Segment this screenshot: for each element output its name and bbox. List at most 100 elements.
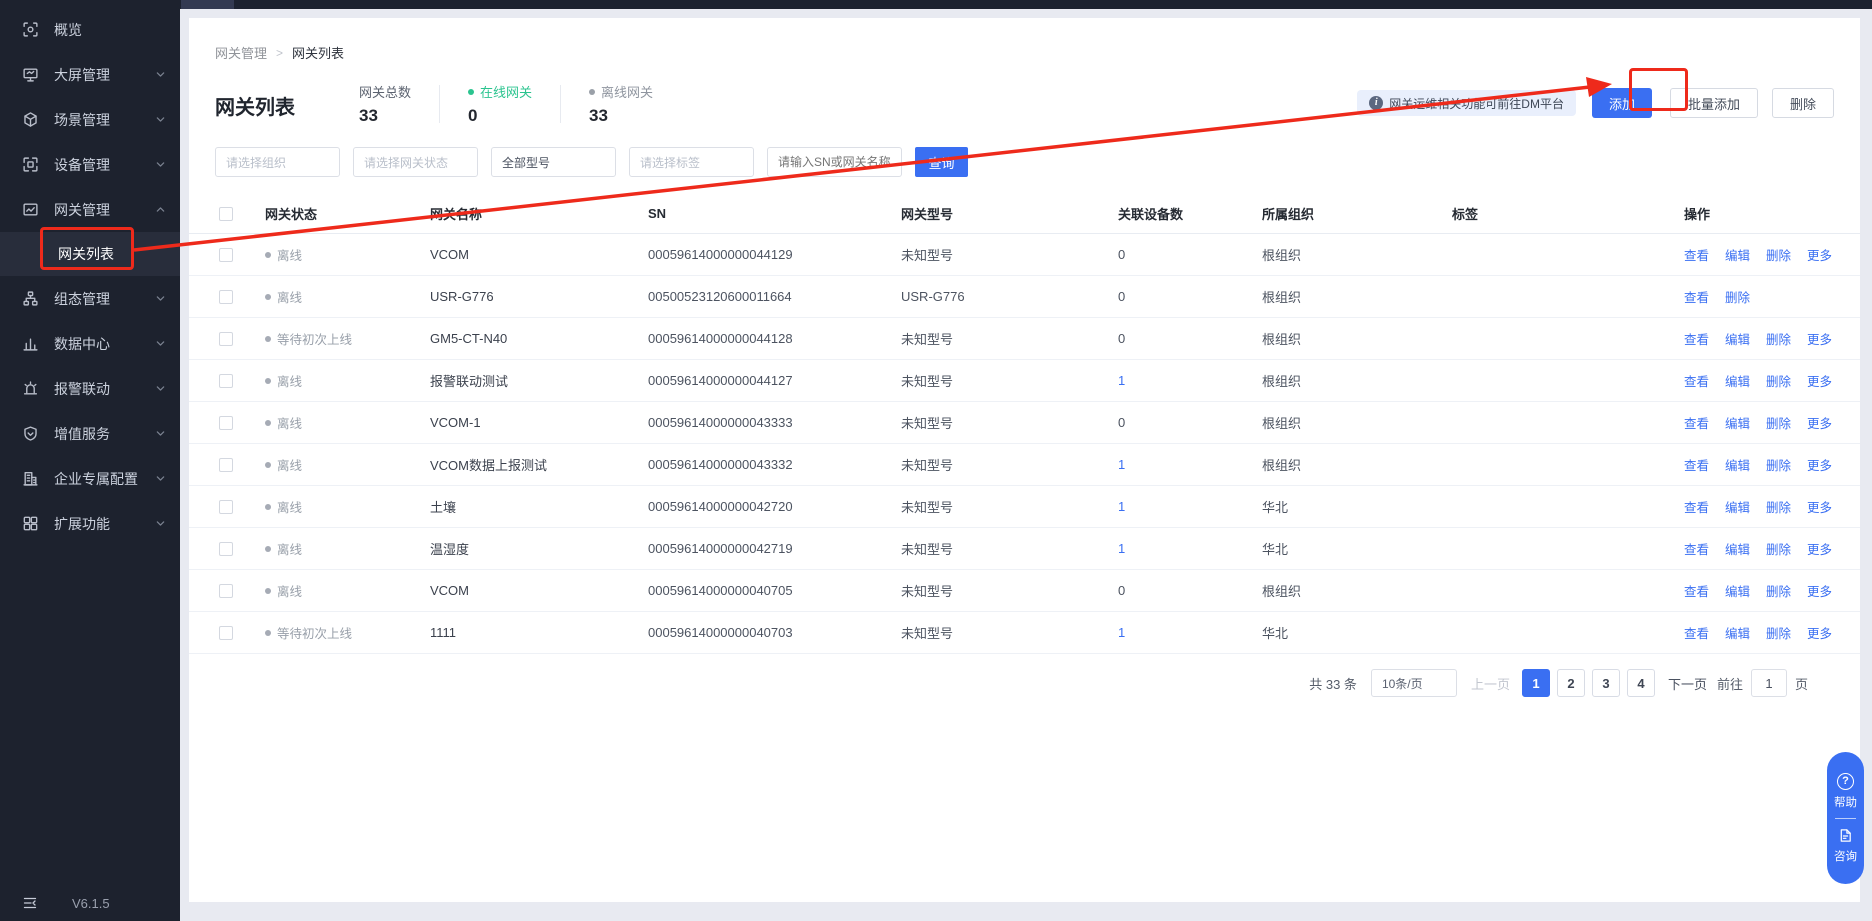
goto-page-input[interactable] <box>1751 669 1787 697</box>
linked-device-count[interactable]: 1 <box>1118 499 1262 514</box>
row-checkbox[interactable] <box>219 542 233 556</box>
sidebar-item-设备管理[interactable]: 设备管理 <box>0 142 180 187</box>
row-actions: 查看删除 <box>1684 287 1834 306</box>
gateway-sn: 00500523120600011664 <box>648 289 901 304</box>
sidebar-item-数据中心[interactable]: 数据中心 <box>0 321 180 366</box>
sidebar-item-增值服务[interactable]: 增值服务 <box>0 411 180 456</box>
action-more-link[interactable]: 更多 <box>1807 371 1832 390</box>
offline-dot-icon <box>589 89 595 95</box>
action-more-link[interactable]: 更多 <box>1807 623 1832 642</box>
action-delete-link[interactable]: 删除 <box>1766 245 1791 264</box>
linked-device-count[interactable]: 1 <box>1118 541 1262 556</box>
action-edit-link[interactable]: 编辑 <box>1725 371 1750 390</box>
action-edit-link[interactable]: 编辑 <box>1725 245 1750 264</box>
search-input[interactable] <box>767 147 902 177</box>
row-checkbox[interactable] <box>219 458 233 472</box>
action-view-link[interactable]: 查看 <box>1684 539 1709 558</box>
action-view-link[interactable]: 查看 <box>1684 581 1709 600</box>
linked-device-count[interactable]: 1 <box>1118 457 1262 472</box>
page-button-2[interactable]: 2 <box>1557 669 1585 697</box>
add-button[interactable]: 添加 <box>1592 88 1652 118</box>
action-more-link[interactable]: 更多 <box>1807 413 1832 432</box>
row-checkbox[interactable] <box>219 374 233 388</box>
table-row: 离线VCOM-100059614000000043333未知型号0根组织查看编辑… <box>189 402 1860 444</box>
tag-select[interactable]: 请选择标签 <box>629 147 754 177</box>
sidebar-item-大屏管理[interactable]: 大屏管理 <box>0 52 180 97</box>
pagination: 共 33 条 10条/页 上一页 1234 下一页 前往 页 <box>189 654 1860 697</box>
action-view-link[interactable]: 查看 <box>1684 623 1709 642</box>
action-view-link[interactable]: 查看 <box>1684 245 1709 264</box>
action-view-link[interactable]: 查看 <box>1684 371 1709 390</box>
linked-device-count[interactable]: 1 <box>1118 625 1262 640</box>
select-all-checkbox[interactable] <box>219 207 233 221</box>
next-page-button[interactable]: 下一页 <box>1668 674 1707 693</box>
page-button-4[interactable]: 4 <box>1627 669 1655 697</box>
action-view-link[interactable]: 查看 <box>1684 413 1709 432</box>
help-button[interactable]: ? 帮助 <box>1834 773 1857 810</box>
page-button-1[interactable]: 1 <box>1522 669 1550 697</box>
consult-button[interactable]: 咨询 <box>1834 827 1857 864</box>
page-button-3[interactable]: 3 <box>1592 669 1620 697</box>
action-edit-link[interactable]: 编辑 <box>1725 581 1750 600</box>
action-more-link[interactable]: 更多 <box>1807 455 1832 474</box>
row-checkbox[interactable] <box>219 290 233 304</box>
sidebar-item-组态管理[interactable]: 组态管理 <box>0 276 180 321</box>
page-size-select[interactable]: 10条/页 <box>1371 669 1457 697</box>
sidebar-item-报警联动[interactable]: 报警联动 <box>0 366 180 411</box>
sidebar-item-场景管理[interactable]: 场景管理 <box>0 97 180 142</box>
sidebar-item-企业专属配置[interactable]: 企业专属配置 <box>0 456 180 501</box>
action-more-link[interactable]: 更多 <box>1807 581 1832 600</box>
action-view-link[interactable]: 查看 <box>1684 455 1709 474</box>
sidebar-item-概览[interactable]: 概览 <box>0 7 180 52</box>
action-delete-link[interactable]: 删除 <box>1766 581 1791 600</box>
row-checkbox[interactable] <box>219 332 233 346</box>
batch-add-button[interactable]: 批量添加 <box>1670 88 1758 118</box>
status-dot-icon <box>265 252 271 258</box>
action-view-link[interactable]: 查看 <box>1684 287 1709 306</box>
action-view-link[interactable]: 查看 <box>1684 497 1709 516</box>
sidebar-subitem-网关列表[interactable]: 网关列表 <box>0 232 180 276</box>
gateway-sn: 00059614000000040705 <box>648 583 901 598</box>
sidebar-collapse-icon[interactable] <box>22 895 38 911</box>
row-checkbox[interactable] <box>219 500 233 514</box>
action-view-link[interactable]: 查看 <box>1684 329 1709 348</box>
action-delete-link[interactable]: 删除 <box>1725 287 1750 306</box>
model-select[interactable]: 全部型号 <box>491 147 616 177</box>
linked-device-count[interactable]: 1 <box>1118 373 1262 388</box>
prev-page-button[interactable]: 上一页 <box>1471 674 1510 693</box>
delete-button[interactable]: 删除 <box>1772 88 1834 118</box>
chevron-down-icon <box>155 338 166 349</box>
sidebar-item-网关管理[interactable]: 网关管理 <box>0 187 180 232</box>
action-delete-link[interactable]: 删除 <box>1766 623 1791 642</box>
action-delete-link[interactable]: 删除 <box>1766 371 1791 390</box>
row-checkbox[interactable] <box>219 584 233 598</box>
org-select[interactable]: 请选择组织 <box>215 147 340 177</box>
breadcrumb-parent[interactable]: 网关管理 <box>215 43 267 62</box>
action-edit-link[interactable]: 编辑 <box>1725 413 1750 432</box>
action-edit-link[interactable]: 编辑 <box>1725 497 1750 516</box>
gateway-status-select[interactable]: 请选择网关状态 <box>353 147 478 177</box>
action-edit-link[interactable]: 编辑 <box>1725 329 1750 348</box>
action-delete-link[interactable]: 删除 <box>1766 329 1791 348</box>
action-more-link[interactable]: 更多 <box>1807 539 1832 558</box>
action-delete-link[interactable]: 删除 <box>1766 497 1791 516</box>
row-checkbox[interactable] <box>219 416 233 430</box>
sidebar-item-扩展功能[interactable]: 扩展功能 <box>0 501 180 546</box>
action-edit-link[interactable]: 编辑 <box>1725 455 1750 474</box>
question-icon: ? <box>1837 773 1854 790</box>
gateway-name: 报警联动测试 <box>430 371 648 390</box>
action-edit-link[interactable]: 编辑 <box>1725 623 1750 642</box>
action-more-link[interactable]: 更多 <box>1807 245 1832 264</box>
chevron-down-icon <box>155 159 166 170</box>
action-edit-link[interactable]: 编辑 <box>1725 539 1750 558</box>
action-more-link[interactable]: 更多 <box>1807 329 1832 348</box>
info-icon: i <box>1369 96 1383 110</box>
search-button[interactable]: 查询 <box>915 147 968 177</box>
action-delete-link[interactable]: 删除 <box>1766 455 1791 474</box>
action-delete-link[interactable]: 删除 <box>1766 539 1791 558</box>
row-checkbox[interactable] <box>219 626 233 640</box>
action-more-link[interactable]: 更多 <box>1807 497 1832 516</box>
top-strip <box>180 0 1872 9</box>
row-checkbox[interactable] <box>219 248 233 262</box>
action-delete-link[interactable]: 删除 <box>1766 413 1791 432</box>
